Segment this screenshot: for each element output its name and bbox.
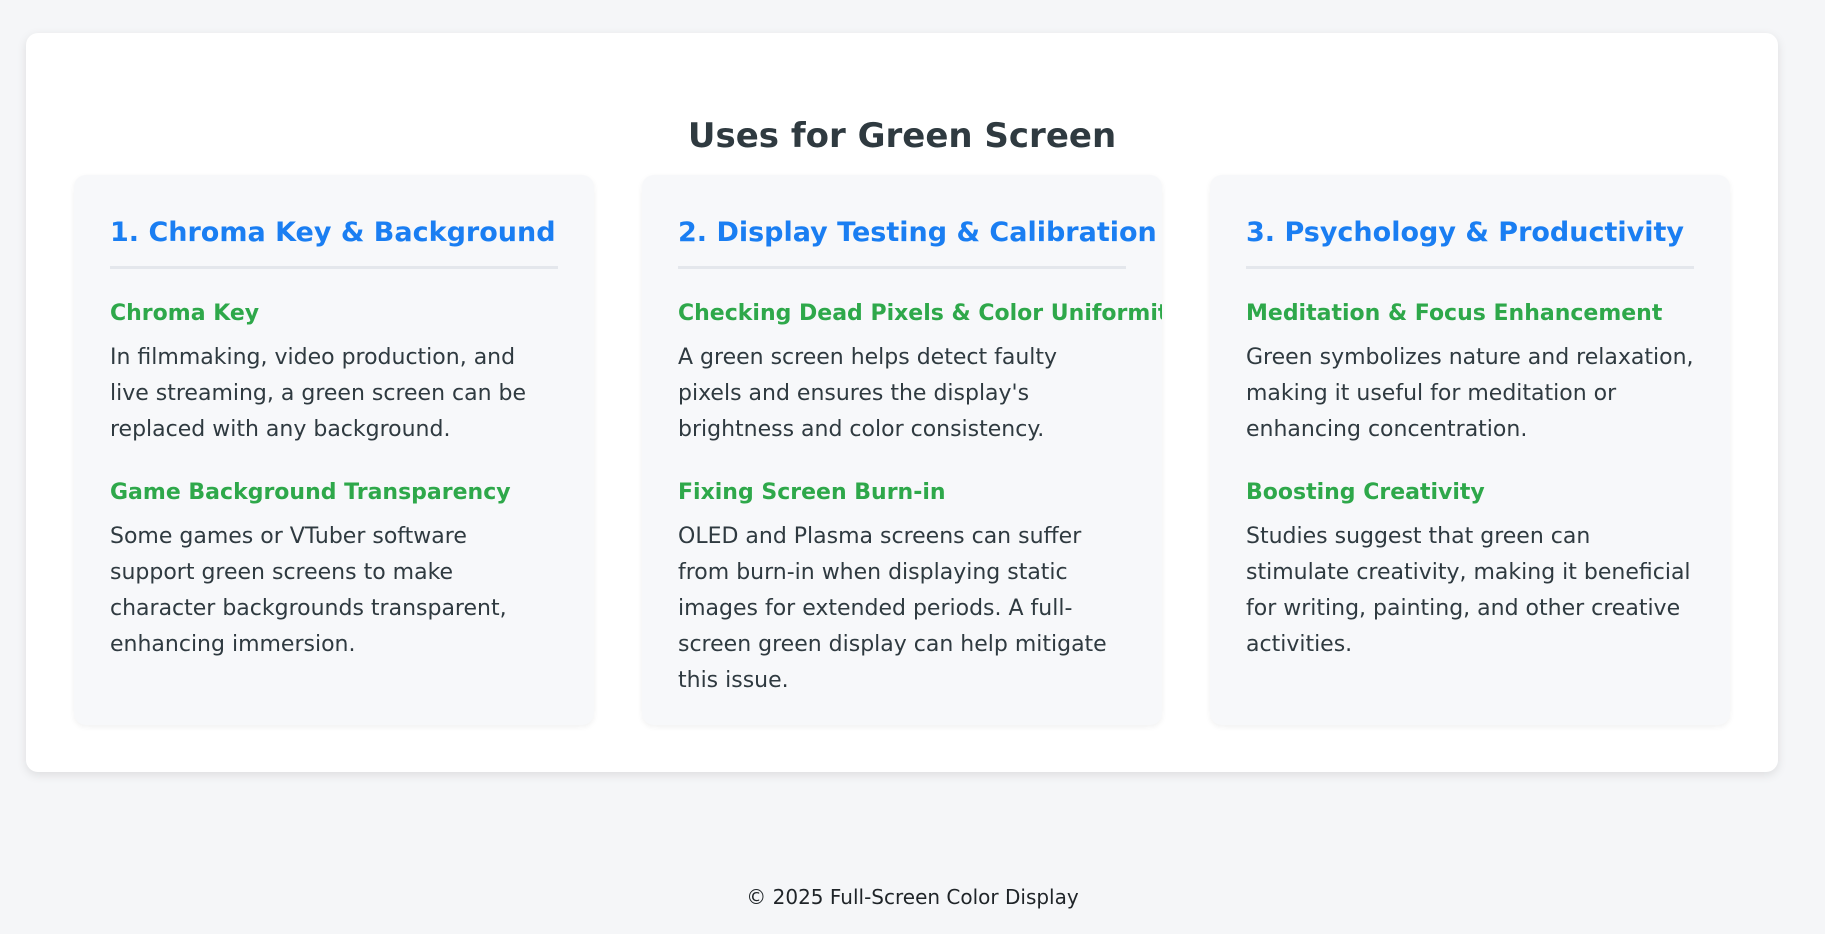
uses-panel: Uses for Green Screen 1. Chroma Key & Ba… — [26, 33, 1778, 772]
uses-columns: 1. Chroma Key & Background Chroma Key In… — [74, 175, 1730, 725]
subsection-title: Fixing Screen Burn-in — [678, 480, 946, 505]
subsection-text: A green screen helps detect faulty pixel… — [678, 345, 1058, 442]
card-title: 2. Display Testing & Calibration — [678, 217, 1157, 269]
subsection-title: Checking Dead Pixels & Color Uniformity — [678, 301, 1162, 326]
subsection-title: Boosting Creativity — [1246, 480, 1485, 505]
subsection-title: Chroma Key — [110, 301, 260, 326]
subsection-text: Green symbolizes nature and relaxation, … — [1246, 345, 1694, 442]
subsection-title: Game Background Transparency — [110, 480, 511, 505]
subsection-text: In filmmaking, video production, and liv… — [110, 345, 527, 442]
use-card-chroma-key: 1. Chroma Key & Background Chroma Key In… — [74, 175, 594, 725]
card-title: 1. Chroma Key & Background — [110, 217, 558, 269]
page-title: Uses for Green Screen — [687, 116, 1117, 156]
use-card-psychology: 3. Psychology & Productivity Meditation … — [1210, 175, 1730, 725]
subsection-text: Studies suggest that green can stimulate… — [1246, 524, 1691, 657]
subsection-text: Some games or VTuber software support gr… — [110, 524, 507, 657]
use-card-display-testing: 2. Display Testing & Calibration Checkin… — [642, 175, 1162, 725]
footer-copyright: © 2025 Full-Screen Color Display — [746, 885, 1079, 909]
subsection-title: Meditation & Focus Enhancement — [1246, 301, 1663, 326]
subsection-text: OLED and Plasma screens can suffer from … — [678, 524, 1107, 693]
card-title: 3. Psychology & Productivity — [1246, 217, 1694, 269]
